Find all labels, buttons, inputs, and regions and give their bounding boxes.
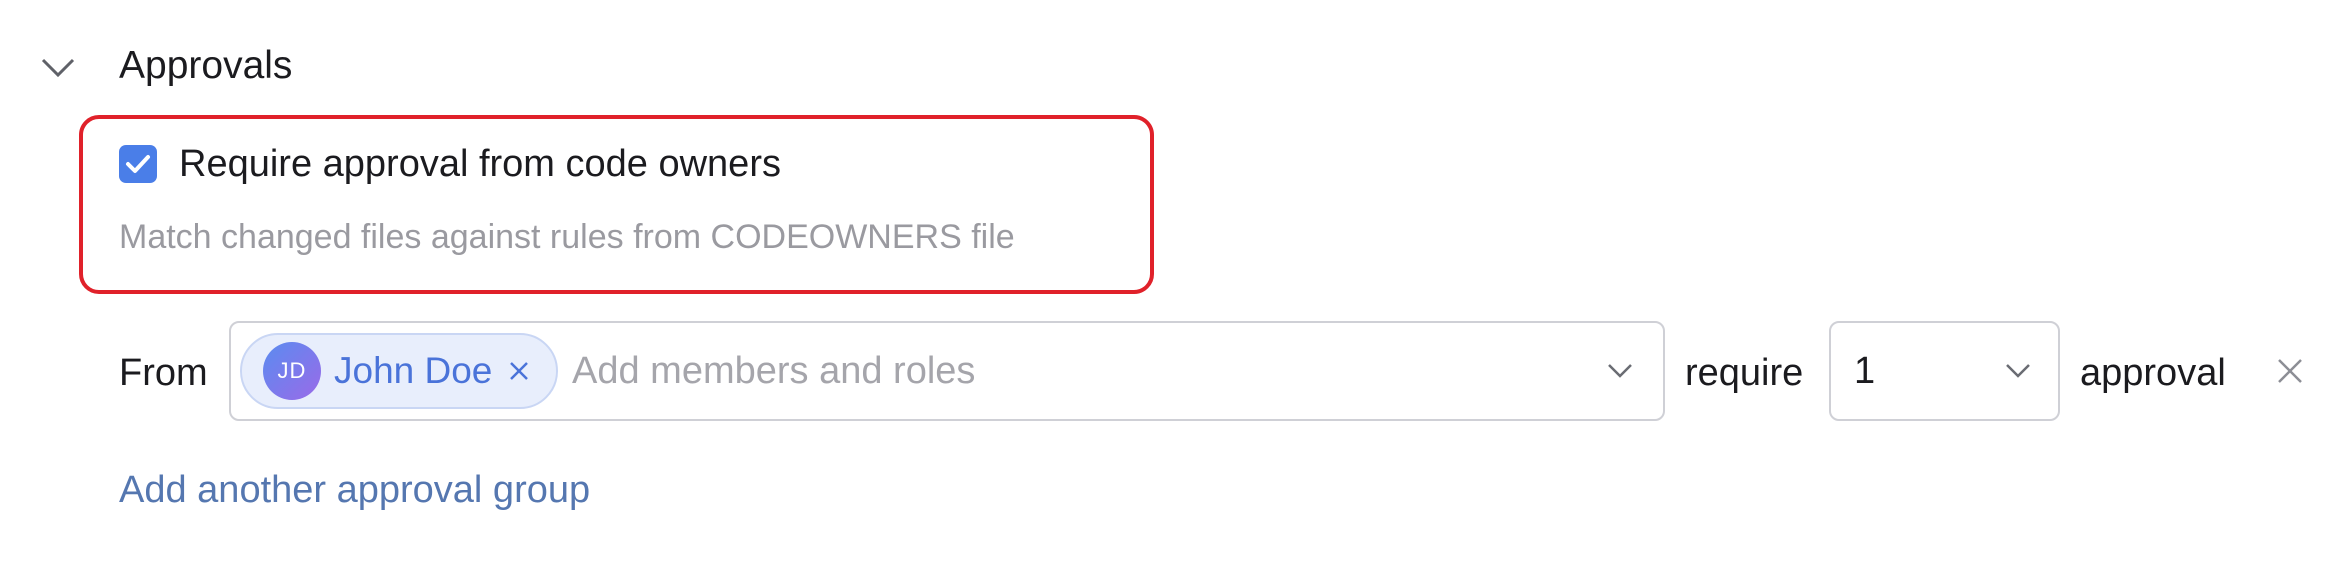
require-label: require	[1685, 352, 1804, 394]
chevron-down-icon[interactable]	[40, 50, 76, 86]
chevron-down-icon[interactable]	[1605, 356, 1635, 386]
member-chip: JD John Doe	[240, 333, 558, 409]
add-approval-group-link[interactable]: Add another approval group	[119, 465, 590, 515]
code-owners-label[interactable]: Require approval from code owners	[179, 139, 781, 189]
member-name: John Doe	[334, 350, 493, 391]
remove-member-icon[interactable]	[506, 358, 532, 384]
avatar: JD	[263, 342, 321, 400]
checkmark-icon	[126, 155, 150, 173]
from-label: From	[119, 352, 208, 394]
approval-count-select[interactable]: 1	[1829, 321, 2060, 421]
section-title: Approvals	[119, 44, 293, 87]
approval-label: approval	[2080, 352, 2226, 394]
code-owners-checkbox[interactable]	[119, 145, 157, 183]
code-owners-hint: Match changed files against rules from C…	[119, 218, 1015, 256]
close-icon[interactable]	[2274, 355, 2306, 387]
chevron-down-icon	[2003, 356, 2033, 386]
members-search-input[interactable]	[572, 345, 1552, 397]
approval-count-value: 1	[1854, 349, 1876, 392]
